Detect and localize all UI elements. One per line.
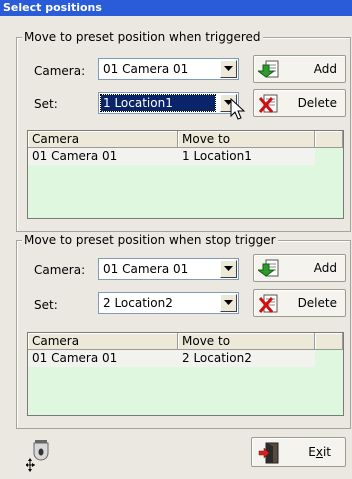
chevron-down-icon[interactable] [220, 60, 237, 78]
trigger-col-filler [315, 131, 343, 148]
stop-camera-select[interactable]: 01 Camera 01 [98, 258, 239, 280]
stop-add-button[interactable]: Add [253, 254, 346, 282]
trigger-camera-select[interactable]: 01 Camera 01 [98, 58, 239, 80]
trigger-add-label: Add [313, 62, 337, 76]
trigger-camera-label: Camera: [34, 64, 86, 78]
stop-add-label: Add [313, 261, 337, 275]
trigger-add-button[interactable]: Add [253, 55, 346, 83]
table-row[interactable]: 01 Camera 01 2 Location2 [28, 350, 315, 367]
add-document-icon [258, 60, 279, 78]
exit-hotkey-letter: x [315, 445, 323, 459]
stop-set-select[interactable]: 2 Location2 [98, 292, 239, 314]
mouse-cursor-icon [230, 98, 246, 120]
stop-set-value: 2 Location2 [103, 296, 173, 310]
trigger-set-select[interactable]: 1 Location1 [98, 92, 239, 114]
stop-set-label: Set: [34, 298, 58, 312]
chevron-down-icon[interactable] [220, 260, 237, 278]
trigger-col-camera[interactable]: Camera [28, 131, 178, 148]
trigger-camera-value: 01 Camera 01 [103, 62, 189, 76]
trigger-group-legend: Move to preset position when triggered [22, 29, 263, 45]
stop-camera-value: 01 Camera 01 [103, 262, 189, 276]
trigger-set-label: Set: [34, 97, 58, 111]
ptz-camera-icon[interactable] [26, 440, 54, 472]
table-cell-camera: 01 Camera 01 [32, 149, 118, 163]
chevron-down-icon[interactable] [220, 294, 237, 312]
table-cell-moveto: 1 Location1 [182, 149, 252, 163]
delete-document-icon [258, 94, 278, 113]
window-title: Select positions [0, 0, 352, 16]
stop-table[interactable]: Camera Move to 01 Camera 01 2 Location2 [27, 332, 344, 416]
table-row[interactable]: 01 Camera 01 1 Location1 [28, 148, 315, 165]
stop-camera-label: Camera: [34, 263, 86, 277]
trigger-delete-label: Delete [297, 96, 337, 110]
stop-delete-button[interactable]: Delete [253, 289, 346, 317]
stop-group-legend: Move to preset position when stop trigge… [22, 232, 278, 248]
exit-button[interactable]: Exit [251, 437, 346, 467]
add-document-icon [258, 259, 279, 277]
exit-label: Exit [308, 445, 331, 459]
stop-delete-label: Delete [297, 296, 337, 310]
delete-document-icon [258, 294, 278, 313]
trigger-col-moveto[interactable]: Move to [178, 131, 315, 148]
exit-door-icon [258, 442, 279, 464]
stop-col-camera[interactable]: Camera [28, 333, 178, 350]
trigger-delete-button[interactable]: Delete [253, 89, 346, 117]
table-cell-camera: 01 Camera 01 [32, 351, 118, 365]
stop-col-filler [315, 333, 343, 350]
trigger-table[interactable]: Camera Move to 01 Camera 01 1 Location1 [27, 130, 344, 219]
trigger-set-value: 1 Location1 [100, 94, 216, 112]
stop-col-moveto[interactable]: Move to [178, 333, 315, 350]
table-cell-moveto: 2 Location2 [182, 351, 252, 365]
